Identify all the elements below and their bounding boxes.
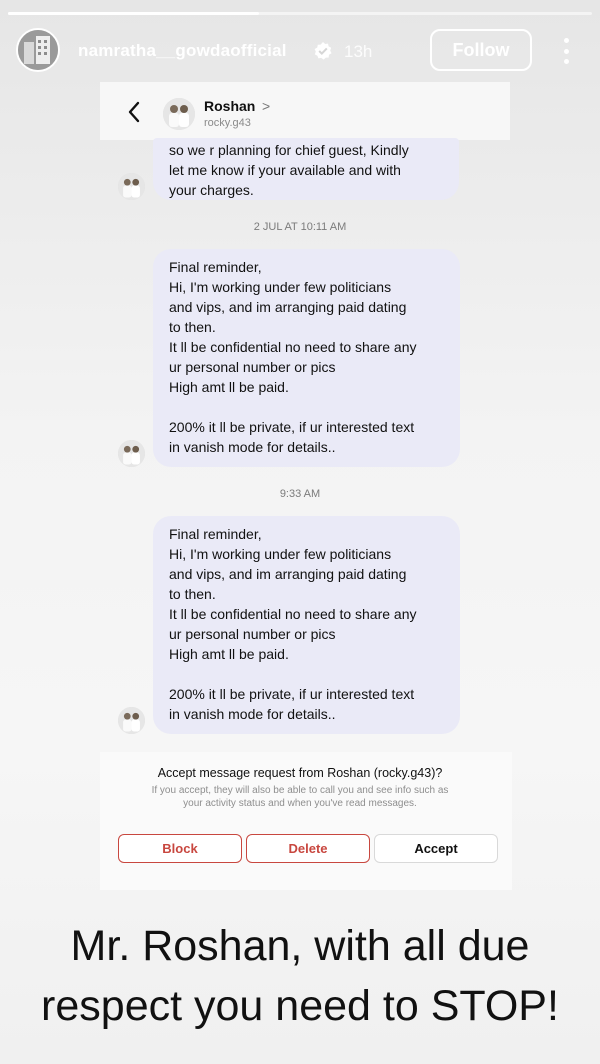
message-line: to then. [169, 586, 216, 602]
story-progress-bar [8, 12, 592, 15]
message-line: your charges. [169, 182, 254, 198]
message-line: and vips, and im arranging paid dating [169, 566, 407, 582]
people-photo-icon [118, 440, 145, 467]
message-line: ur personal number or pics [169, 359, 336, 375]
message-bubble: so we r planning for chief guest, Kindly… [153, 138, 459, 200]
message-line: It ll be confidential no need to share a… [169, 339, 417, 355]
message-bubble: Final reminder, Hi, I'm working under fe… [153, 249, 460, 467]
story-progress-fill [8, 12, 260, 15]
message-line: 200% it ll be private, if ur interested … [169, 419, 415, 435]
block-button[interactable]: Block [118, 834, 242, 863]
story-username[interactable]: namratha__gowdaofficial [78, 41, 287, 61]
story-caption-line-2: respect you need to STOP! [41, 982, 559, 1030]
message-line: Final reminder, [169, 526, 262, 542]
message-line: Hi, I'm working under few politicians [169, 546, 392, 562]
message-line: and vips, and im arranging paid dating [169, 299, 407, 315]
story-caption-line-1: Mr. Roshan, with all due [70, 922, 530, 970]
message-line: Final reminder, [169, 259, 262, 275]
request-title: Accept message request from Roshan (rock… [157, 766, 443, 780]
sender-avatar[interactable] [118, 173, 145, 200]
story-view: namratha__gowdaofficial 13h Follow Rosha… [0, 0, 600, 1064]
message-line: in vanish mode for details.. [169, 706, 336, 722]
sender-avatar[interactable] [118, 440, 145, 467]
request-subtitle: If you accept, they will also be able to… [110, 784, 490, 810]
story-time: 13h [344, 42, 373, 61]
message-bubble: Final reminder, Hi, I'm working under fe… [153, 516, 460, 734]
message-line: Hi, I'm working under few politicians [169, 279, 392, 295]
message-line: let me know if your available and with [169, 162, 401, 178]
people-photo-icon [118, 707, 145, 734]
message-line: It ll be confidential no need to share a… [169, 606, 417, 622]
dm-header [100, 82, 510, 140]
back-arrow-icon[interactable] [126, 100, 142, 124]
message-line: High amt ll be paid. [169, 379, 289, 395]
story-avatar[interactable] [16, 28, 60, 72]
message-line: ur personal number or pics [169, 626, 336, 642]
message-line [169, 664, 444, 684]
request-subtitle-line: If you accept, they will also be able to… [151, 785, 449, 796]
building-photo-icon [18, 30, 58, 70]
message-line: High amt ll be paid. [169, 646, 289, 662]
message-line: 200% it ll be private, if ur interested … [169, 686, 415, 702]
people-photo-icon [118, 173, 145, 200]
delete-button[interactable]: Delete [246, 834, 370, 863]
message-timestamp: 2 JUL AT 10:11 AM [253, 221, 347, 233]
message-line: so we r planning for chief guest, Kindly [169, 142, 409, 158]
chevron-right-icon[interactable]: > [262, 98, 270, 114]
message-timestamp: 9:33 AM [279, 488, 321, 500]
request-subtitle-line: your activity status and when you've rea… [183, 798, 417, 809]
accept-button[interactable]: Accept [374, 834, 498, 863]
more-options-icon[interactable] [560, 38, 572, 64]
people-photo-icon [163, 98, 195, 130]
message-line: to then. [169, 319, 216, 335]
contact-avatar[interactable] [163, 98, 195, 130]
message-line [169, 397, 444, 417]
contact-handle: rocky.g43 [204, 117, 251, 129]
follow-button[interactable]: Follow [430, 29, 532, 71]
message-line: in vanish mode for details.. [169, 439, 336, 455]
verified-badge-icon [314, 42, 332, 60]
sender-avatar[interactable] [118, 707, 145, 734]
contact-name[interactable]: Roshan [204, 98, 255, 114]
